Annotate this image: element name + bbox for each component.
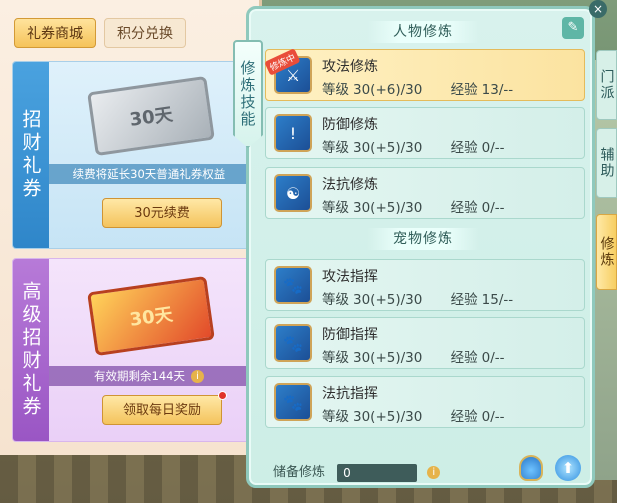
resist-shield-icon: ☯ [274, 174, 312, 212]
level-value: 30(+5)/30 [353, 409, 423, 425]
validity-text: 有效期剩余144天 [94, 369, 185, 383]
section-pet-title: 宠物修炼 [367, 228, 479, 250]
exp-value: 13/-- [481, 82, 514, 98]
level-value: 30(+5)/30 [353, 140, 423, 156]
card-title: 招财礼券 [13, 62, 49, 248]
skill-name: 法抗指挥 [322, 386, 378, 402]
pet-skill-row-defense[interactable]: 🐾 防御指挥 等级 30(+5)/30 经验 0/-- [265, 317, 585, 369]
skill-name: 防御修炼 [322, 117, 378, 133]
skill-stats: 等级 30(+5)/30 经验 0/-- [322, 405, 509, 425]
tab-ticket-mall[interactable]: 礼券商城 [14, 18, 96, 48]
exp-value: 0/-- [481, 200, 505, 216]
ticket-shop-panel: 礼券商城 积分兑换 招财礼券 30天 续费将延长30天普通礼券权益 30元续费 … [0, 0, 262, 455]
skill-stats: 等级 30(+5)/30 经验 15/-- [322, 288, 517, 308]
tab-assist[interactable]: 辅助 [596, 128, 617, 198]
level-value: 30(+5)/30 [353, 350, 423, 366]
level-label: 等级 [322, 350, 349, 366]
upgrade-arrow-icon[interactable]: ⬆ [555, 455, 581, 481]
skill-stats: 等级 30(+5)/30 经验 0/-- [322, 346, 509, 366]
cultivation-skill-label: 修炼技能 [233, 40, 263, 148]
shop-tab-bar: 礼券商城 积分兑换 [14, 18, 186, 48]
exp-label: 经验 [450, 82, 478, 98]
info-icon[interactable]: i [190, 370, 204, 383]
reserve-label: 储备修炼 [273, 465, 326, 480]
potion-icon[interactable] [519, 455, 543, 481]
skill-name: 攻法修炼 [322, 59, 378, 75]
claim-daily-reward-button[interactable]: 领取每日奖励 [102, 395, 222, 425]
exp-label: 经验 [450, 409, 478, 425]
tab-cultivation[interactable]: 修炼 [596, 214, 617, 290]
premium-ticket-card: 高级招财礼券 30天 有效期剩余144天 i 领取每日奖励 [12, 258, 250, 442]
exp-label: 经验 [450, 140, 478, 156]
pet-skill-row-resist[interactable]: 🐾 法抗指挥 等级 30(+5)/30 经验 0/-- [265, 376, 585, 428]
info-icon[interactable]: i [427, 466, 441, 479]
cultivation-panel: 人物修炼 ✎ ⚔ 修炼中 攻法修炼 等级 30(+6)/30 经验 13/-- ! … [246, 6, 595, 488]
level-label: 等级 [322, 200, 349, 216]
card-note: 有效期剩余144天 i [49, 366, 249, 386]
exp-value: 0/-- [481, 350, 505, 366]
card-note: 续费将延长30天普通礼券权益 [49, 164, 249, 184]
skill-row-defense[interactable]: ! 防御修炼 等级 30(+5)/30 经验 0/-- [265, 107, 585, 159]
renew-button[interactable]: 30元续费 [102, 198, 222, 228]
card-title: 高级招财礼券 [13, 259, 49, 441]
ticket-image: 30天 [87, 275, 215, 357]
exp-value: 0/-- [481, 409, 505, 425]
skill-name: 法抗修炼 [322, 177, 378, 193]
pet-attack-icon: 🐾 [274, 266, 312, 304]
reserve-value: 0 [337, 463, 418, 482]
fortune-ticket-card: 招财礼券 30天 续费将延长30天普通礼券权益 30元续费 [12, 61, 250, 249]
section-character-title: 人物修炼 [367, 21, 479, 43]
pet-defense-icon: 🐾 [274, 324, 312, 362]
skill-name: 防御指挥 [322, 327, 378, 343]
close-icon[interactable]: × [589, 0, 607, 18]
level-label: 等级 [322, 82, 349, 98]
exp-value: 15/-- [481, 292, 514, 308]
ticket-image: 30天 [87, 75, 215, 157]
reserve-row: 储备修炼 0 i [273, 461, 441, 482]
tab-sect[interactable]: 门派 [596, 50, 617, 120]
level-value: 30(+5)/30 [353, 200, 423, 216]
skill-row-resist[interactable]: ☯ 法抗修炼 等级 30(+5)/30 经验 0/-- [265, 167, 585, 219]
exp-value: 0/-- [481, 140, 505, 156]
edit-icon[interactable]: ✎ [562, 17, 584, 39]
level-value: 30(+5)/30 [353, 292, 423, 308]
exp-label: 经验 [450, 350, 478, 366]
skill-stats: 等级 30(+5)/30 经验 0/-- [322, 196, 509, 216]
exp-label: 经验 [450, 200, 478, 216]
level-label: 等级 [322, 292, 349, 308]
pet-skill-row-attack[interactable]: 🐾 攻法指挥 等级 30(+5)/30 经验 15/-- [265, 259, 585, 311]
level-label: 等级 [322, 409, 349, 425]
defense-shield-icon: ! [274, 114, 312, 152]
skill-row-attack[interactable]: ⚔ 修炼中 攻法修炼 等级 30(+6)/30 经验 13/-- [264, 48, 585, 101]
level-label: 等级 [322, 140, 349, 156]
skill-stats: 等级 30(+6)/30 经验 13/-- [322, 78, 517, 98]
tab-points-exchange[interactable]: 积分兑换 [104, 18, 186, 48]
level-value: 30(+6)/30 [353, 82, 423, 98]
exp-label: 经验 [450, 292, 478, 308]
skill-stats: 等级 30(+5)/30 经验 0/-- [322, 136, 509, 156]
notification-dot [218, 391, 227, 400]
pet-resist-icon: 🐾 [274, 383, 312, 421]
skill-name: 攻法指挥 [322, 269, 378, 285]
